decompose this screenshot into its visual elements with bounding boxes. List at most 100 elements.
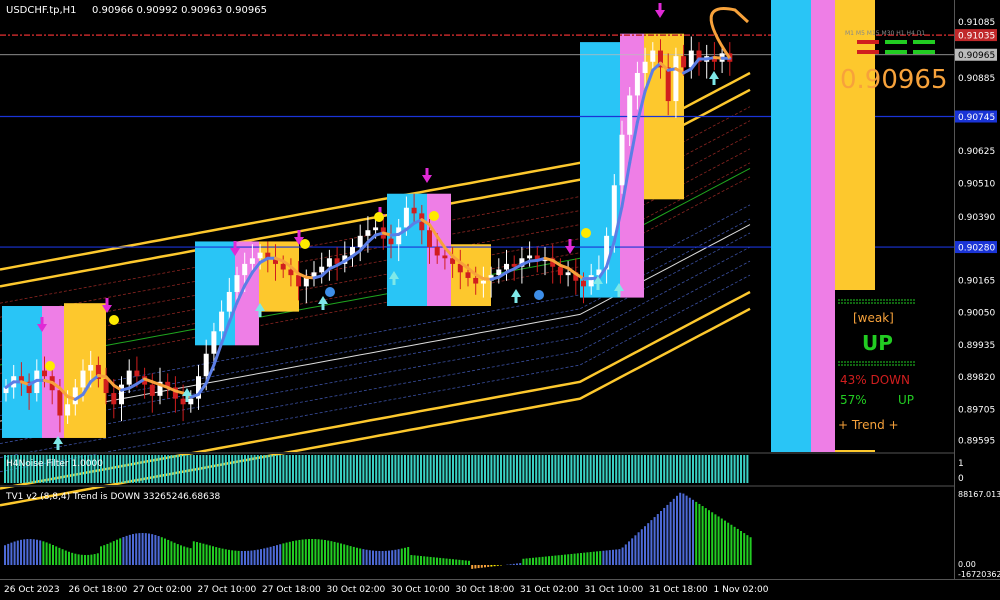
price-tick-label: 0.90390: [958, 213, 995, 223]
filter-bar: [727, 455, 730, 483]
tv1-bar: [176, 544, 179, 565]
tv1-bar: [656, 514, 659, 565]
tv1-bar: [96, 553, 99, 565]
tv1-bar: [48, 543, 51, 565]
tv1-bar: [77, 554, 80, 565]
filter-tick-top: 1: [958, 459, 964, 469]
tv1-bar: [157, 536, 160, 565]
tv1-bar: [295, 540, 298, 565]
tv1-bar: [61, 549, 64, 565]
tv1-bar: [509, 564, 512, 565]
candle-body: [203, 353, 209, 377]
tv1-bar: [452, 559, 454, 565]
candle-body: [634, 72, 640, 96]
tv1-bar: [439, 557, 442, 565]
tv1-bar: [90, 554, 93, 565]
tv1-bar: [279, 544, 282, 565]
filter-bar: [496, 455, 499, 483]
buy-arrow: [318, 296, 328, 310]
tv1-bar: [349, 546, 352, 565]
filter-bar: [144, 455, 147, 483]
filter-bar: [544, 455, 547, 483]
candle-body: [496, 269, 502, 276]
filter-bar: [260, 455, 262, 483]
filter-bar: [381, 455, 384, 483]
tv1-bar: [288, 541, 291, 565]
tv1-bar: [397, 549, 400, 565]
filter-bar: [509, 455, 512, 483]
filter-bar: [736, 455, 739, 483]
filter-bar: [538, 455, 541, 483]
timeframe-dash: [913, 40, 935, 44]
filter-bar: [733, 455, 736, 483]
candle-body: [326, 258, 332, 267]
filter-bar: [240, 455, 243, 483]
filter-bar: [663, 455, 666, 483]
filter-bar: [682, 455, 685, 483]
tv1-bar: [426, 556, 429, 565]
filter-bar: [512, 455, 515, 483]
candle-body: [319, 266, 325, 273]
filter-bar: [266, 455, 269, 483]
tv1-bar: [583, 552, 586, 565]
tv1-bar: [212, 546, 214, 565]
tv1-bar: [720, 518, 723, 565]
tv1-bar: [394, 549, 397, 565]
tv1-bar: [554, 555, 557, 565]
filter-bar: [215, 455, 218, 483]
filter-bar: [730, 455, 733, 483]
tv1-bar: [634, 535, 637, 565]
filter-bar: [336, 455, 339, 483]
filter-bar: [490, 455, 493, 483]
filter-bar: [276, 455, 278, 483]
filter-bar: [644, 455, 646, 483]
filter-bar: [349, 455, 352, 483]
filter-bar: [464, 455, 467, 483]
tv1-bar: [215, 547, 218, 565]
filter-bar: [272, 455, 275, 483]
trading-chart[interactable]: H1 SupH4 Sup USDCHF.tp,H1 0.90966 0.9099…: [0, 0, 1000, 600]
filter-bar: [295, 455, 298, 483]
tv1-bar: [58, 547, 61, 565]
axis-border: [954, 0, 955, 580]
tv1-bar: [272, 545, 275, 565]
filter-bar: [208, 455, 211, 483]
candle-body: [280, 263, 286, 270]
tv1-bar: [538, 557, 541, 565]
tv1-bar: [240, 550, 243, 565]
tv1-bar: [250, 550, 253, 565]
filter-bar: [394, 455, 397, 483]
tv1-bar: [189, 548, 192, 565]
tv1-bar: [404, 547, 406, 565]
signal-box: [451, 244, 491, 307]
filter-bar: [557, 455, 560, 483]
filter-bar: [205, 455, 208, 483]
candle-body: [650, 50, 656, 62]
filter-bar: [234, 455, 237, 483]
filter-bar: [228, 455, 230, 483]
candle-body: [65, 404, 71, 416]
tv1-bar: [628, 541, 630, 565]
tv1-bar: [544, 556, 547, 565]
tv1-bar: [573, 553, 576, 565]
tv1-bar: [269, 546, 272, 565]
tv1-bar: [356, 547, 358, 565]
price-axis: 0.91085 0.90965 0.90885 0.90625 0.90510 0.903…: [955, 18, 997, 446]
price-tick-label: 0.90165: [958, 276, 995, 286]
filter-bar: [519, 455, 522, 483]
tv1-bar: [340, 543, 342, 565]
tv1-bar: [378, 550, 381, 565]
filter-bar: [711, 455, 714, 483]
up-label: UP: [862, 331, 893, 355]
filter-bar: [365, 455, 368, 483]
tv1-bar: [173, 542, 176, 565]
tv1-bar: [541, 556, 544, 565]
filter-bar: [685, 455, 688, 483]
tv1-bar: [519, 563, 522, 565]
filter-bar: [653, 455, 656, 483]
tv1-bar: [612, 549, 614, 565]
candle-body: [619, 134, 625, 186]
candle-body: [465, 272, 471, 278]
time-tick-label: 30 Oct 10:00: [391, 585, 450, 595]
filter-bar: [608, 455, 611, 483]
